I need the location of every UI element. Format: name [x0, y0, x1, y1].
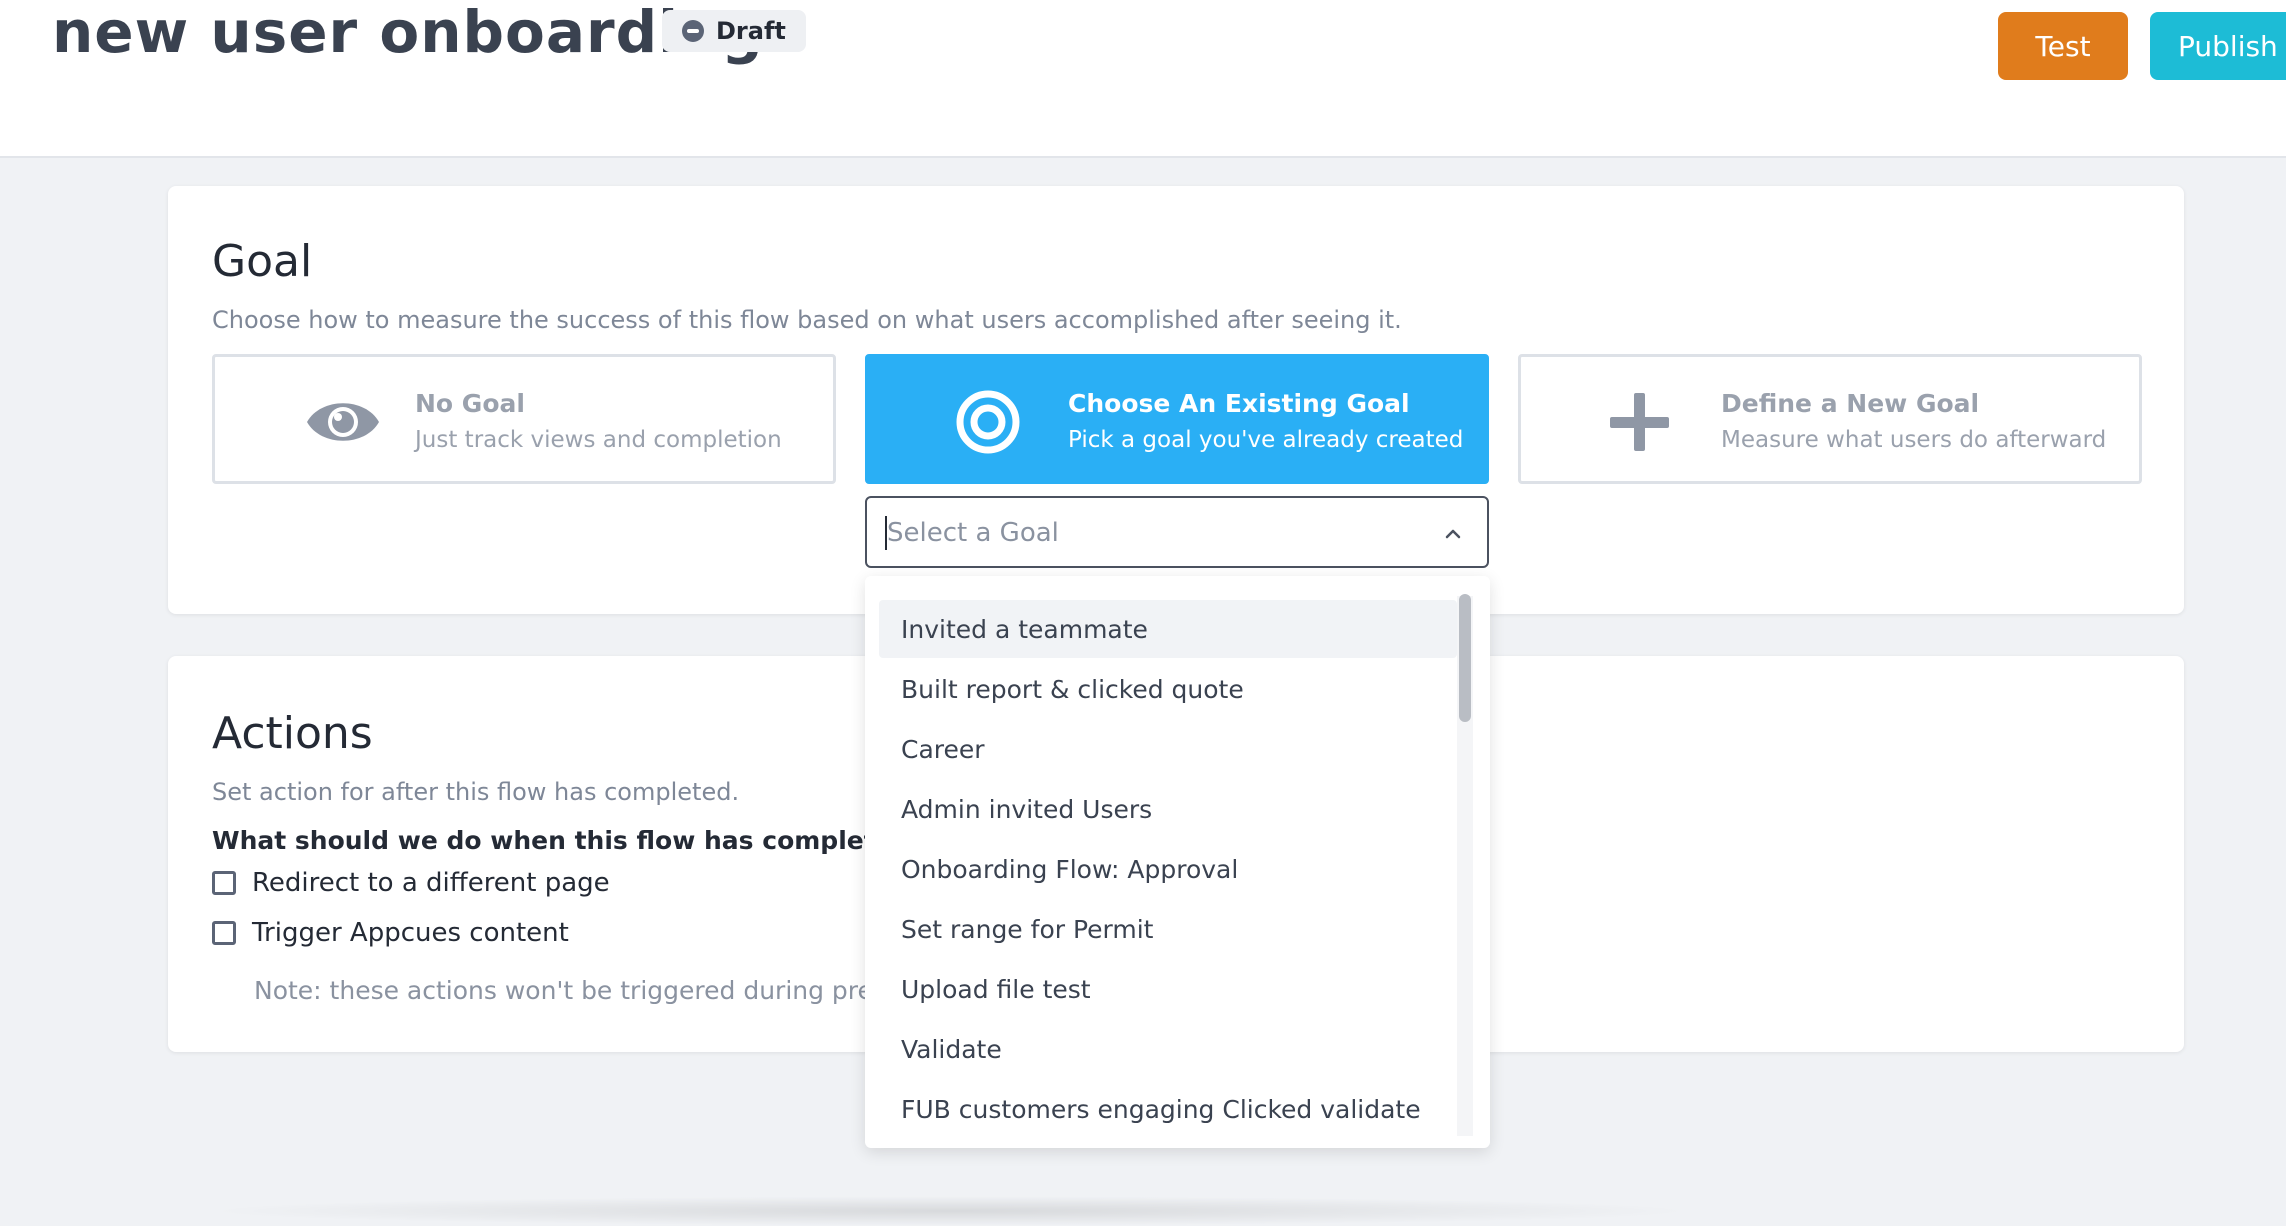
dropdown-option[interactable]: Built report & clicked quote — [879, 660, 1457, 718]
goal-select-placeholder: Select a Goal — [887, 518, 1059, 548]
no-goal-title: No Goal — [415, 389, 525, 418]
no-goal-description: Just track views and completion — [415, 427, 782, 453]
redirect-checkbox-label: Redirect to a different page — [252, 868, 610, 898]
chevron-up-icon[interactable] — [1441, 522, 1465, 546]
plus-icon — [1610, 393, 1669, 451]
goal-card: Goal Choose how to measure the success o… — [168, 186, 2184, 614]
new-goal-title: Define a New Goal — [1721, 389, 1980, 418]
dropdown-option[interactable]: Upload file test — [879, 960, 1457, 1018]
dropdown-option[interactable]: Admin invited Users — [879, 780, 1457, 838]
redirect-checkbox[interactable] — [212, 871, 236, 895]
minus-circle-icon — [682, 20, 704, 42]
redirect-checkbox-row[interactable]: Redirect to a different page — [212, 868, 610, 898]
target-icon — [956, 390, 1020, 454]
actions-question: What should we do when this flow has com… — [212, 826, 926, 855]
existing-goal-title: Choose An Existing Goal — [1068, 389, 1410, 418]
actions-subtitle: Set action for after this flow has compl… — [212, 778, 740, 806]
actions-title: Actions — [212, 708, 373, 759]
page-title: new user onboarding — [52, 0, 764, 66]
dropdown-option[interactable]: Onboarding Flow: Approval — [879, 840, 1457, 898]
dropdown-option[interactable]: Set range for Permit — [879, 900, 1457, 958]
trigger-content-checkbox[interactable] — [212, 921, 236, 945]
eye-icon — [307, 403, 379, 441]
no-goal-option[interactable]: No Goal Just track views and completion — [212, 354, 836, 484]
trigger-content-checkbox-row[interactable]: Trigger Appcues content — [212, 918, 569, 948]
test-button[interactable]: Test — [1998, 12, 2128, 80]
top-bar: new user onboarding Draft Test Publish — [0, 0, 2286, 158]
dropdown-option[interactable]: Invited a teammate — [879, 600, 1457, 658]
existing-goal-description: Pick a goal you've already created — [1068, 427, 1464, 453]
dropdown-option[interactable]: Career — [879, 720, 1457, 778]
existing-goal-option[interactable]: Choose An Existing Goal Pick a goal you'… — [865, 354, 1489, 484]
new-goal-description: Measure what users do afterward — [1721, 427, 2107, 453]
goal-title: Goal — [212, 236, 313, 287]
goal-dropdown-menu: Invited a teammate Built report & clicke… — [865, 576, 1490, 1148]
goal-subtitle: Choose how to measure the success of thi… — [212, 306, 1402, 334]
dropdown-scrollbar-thumb[interactable] — [1459, 594, 1471, 722]
publish-button[interactable]: Publish — [2150, 12, 2286, 80]
bottom-shadow — [200, 1196, 1700, 1226]
dropdown-option[interactable]: FUB customers engaging Clicked validate — [879, 1080, 1457, 1138]
new-goal-option[interactable]: Define a New Goal Measure what users do … — [1518, 354, 2142, 484]
trigger-content-checkbox-label: Trigger Appcues content — [252, 918, 569, 948]
goal-select-input[interactable]: Select a Goal — [865, 496, 1489, 568]
status-badge-label: Draft — [716, 17, 786, 45]
status-badge: Draft — [662, 10, 806, 52]
dropdown-option[interactable]: Validate — [879, 1020, 1457, 1078]
